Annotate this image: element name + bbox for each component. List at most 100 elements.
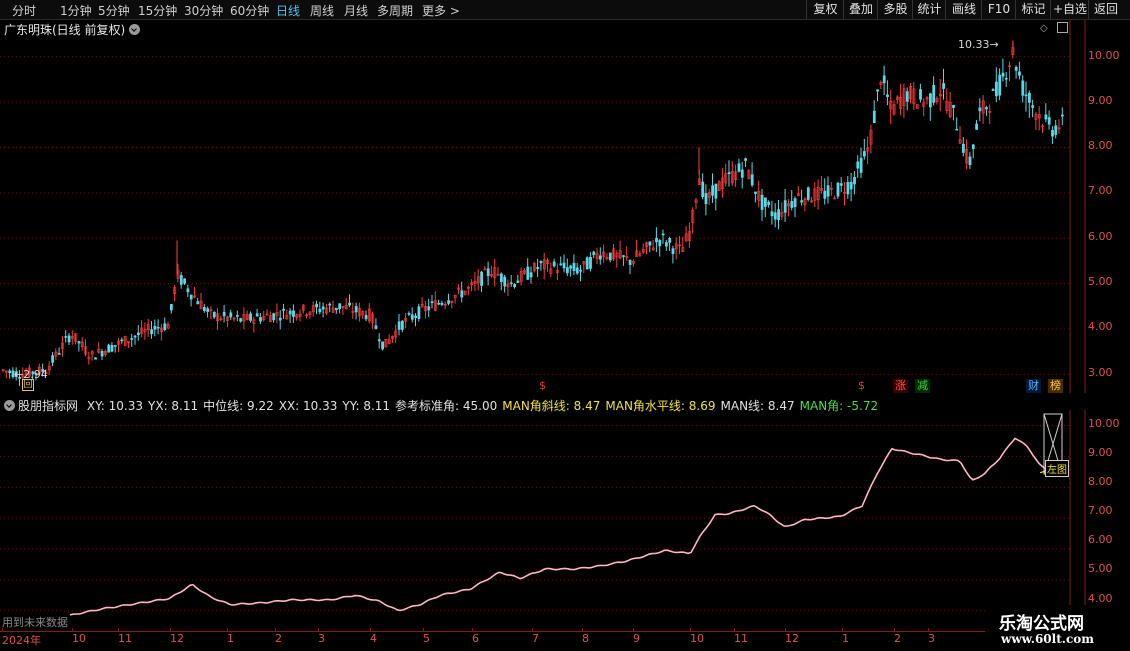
event-marker[interactable]: 涨 bbox=[893, 379, 908, 393]
candle-body bbox=[110, 345, 114, 352]
candle-body bbox=[826, 185, 830, 197]
candle-body bbox=[579, 269, 583, 272]
candle-body bbox=[754, 191, 757, 194]
candle-body bbox=[430, 301, 434, 304]
watermark: 乐淘公式网 www.60lt.com bbox=[985, 605, 1130, 650]
candle-body bbox=[750, 174, 754, 186]
event-marker[interactable]: 财 bbox=[1026, 379, 1041, 393]
candle-body bbox=[985, 107, 988, 110]
candle-body bbox=[407, 313, 411, 315]
candle-body bbox=[526, 266, 530, 280]
candle-body bbox=[975, 123, 979, 130]
period-tab-multi[interactable]: 多周期 bbox=[377, 2, 413, 19]
overlay-button[interactable]: 叠加 bbox=[843, 0, 878, 19]
candle-body bbox=[410, 314, 414, 320]
candle-body bbox=[853, 176, 856, 185]
candle-body bbox=[67, 335, 71, 343]
candle-body bbox=[955, 128, 959, 131]
candle-body bbox=[318, 308, 322, 313]
candle-body bbox=[968, 156, 972, 166]
period-tab-30min[interactable]: 30分钟 bbox=[184, 2, 223, 19]
candlestick-chart[interactable] bbox=[0, 20, 1130, 393]
candle-body bbox=[163, 323, 167, 330]
statistics-button[interactable]: 统计 bbox=[912, 0, 946, 19]
period-tab-daily[interactable]: 日线 bbox=[276, 2, 300, 19]
y-tick: 7.00 bbox=[1088, 504, 1113, 517]
candle-body bbox=[559, 263, 563, 266]
candle-body bbox=[565, 267, 569, 274]
candle-body bbox=[575, 267, 579, 274]
mark-button[interactable]: 标记 bbox=[1015, 0, 1051, 19]
period-tab-weekly[interactable]: 周线 bbox=[310, 2, 334, 19]
candle-body bbox=[57, 353, 61, 355]
candle-body bbox=[770, 211, 774, 217]
event-marker[interactable]: 减 bbox=[915, 379, 930, 393]
candle-body bbox=[664, 242, 668, 247]
y-tick: 5.00 bbox=[1088, 275, 1113, 288]
multi-stock-button[interactable]: 多股 bbox=[877, 0, 913, 19]
candle-body bbox=[701, 181, 705, 197]
candle-body bbox=[1018, 71, 1021, 76]
x-tick: 12 bbox=[785, 632, 799, 645]
period-tab-5min[interactable]: 5分钟 bbox=[98, 2, 130, 19]
period-tab-15min[interactable]: 15分钟 bbox=[138, 2, 177, 19]
restore-rights-button[interactable]: 复权 bbox=[806, 0, 844, 19]
event-marker[interactable]: $ bbox=[854, 379, 869, 393]
candle-body bbox=[727, 172, 731, 175]
candle-body bbox=[882, 75, 886, 84]
y-tick: 7.00 bbox=[1088, 184, 1113, 197]
candle-body bbox=[777, 209, 781, 221]
candle-body bbox=[886, 94, 889, 97]
x-tick: 7 bbox=[532, 632, 539, 645]
back-button[interactable]: 返回 bbox=[1088, 0, 1123, 19]
candle-body bbox=[839, 183, 843, 186]
x-tick-mark bbox=[690, 628, 691, 632]
candle-body bbox=[872, 110, 876, 124]
y-tick: 8.00 bbox=[1088, 475, 1113, 488]
candle-body bbox=[440, 302, 444, 305]
add-watchlist-button[interactable]: +自选 bbox=[1050, 0, 1089, 19]
period-tab-60min[interactable]: 60分钟 bbox=[230, 2, 269, 19]
candle-body bbox=[760, 194, 764, 210]
y-tick: 5.00 bbox=[1088, 562, 1113, 575]
x-tick: 8 bbox=[582, 632, 589, 645]
x-tick-mark bbox=[318, 628, 319, 632]
period-tab-more[interactable]: 更多 > bbox=[422, 2, 460, 19]
event-marker[interactable]: 榜 bbox=[1048, 379, 1063, 393]
candle-body bbox=[130, 338, 134, 340]
candle-body bbox=[767, 201, 771, 205]
candle-body bbox=[460, 290, 464, 298]
x-tick-mark bbox=[227, 628, 228, 632]
candle-body bbox=[414, 315, 418, 319]
candle-body bbox=[255, 313, 259, 317]
candle-body bbox=[536, 267, 540, 270]
x-tick: 9 bbox=[633, 632, 640, 645]
y-tick: 3.00 bbox=[1088, 366, 1113, 379]
candle-body bbox=[137, 332, 140, 336]
candle-body bbox=[486, 268, 490, 277]
candle-body bbox=[1021, 80, 1025, 96]
x-tick-mark bbox=[842, 628, 843, 632]
f10-button[interactable]: F10 bbox=[981, 0, 1016, 19]
left-chart-tag[interactable]: 左图 bbox=[1045, 460, 1069, 477]
candle-body bbox=[51, 355, 55, 363]
event-marker[interactable]: 回 bbox=[22, 379, 34, 391]
indicator-chart[interactable] bbox=[0, 410, 1130, 632]
candle-body bbox=[334, 307, 338, 310]
period-tab-1min[interactable]: 1分钟 bbox=[60, 2, 92, 19]
candle-body bbox=[793, 198, 797, 207]
x-tick: 6 bbox=[472, 632, 479, 645]
candle-body bbox=[961, 143, 965, 153]
candle-body bbox=[417, 306, 421, 319]
draw-line-button[interactable]: 画线 bbox=[945, 0, 982, 19]
candle-body bbox=[321, 306, 325, 310]
candle-body bbox=[64, 336, 68, 338]
candle-body bbox=[668, 238, 672, 243]
event-marker[interactable]: $ bbox=[535, 379, 550, 393]
man-line-series bbox=[69, 437, 1055, 616]
candle-body bbox=[1054, 125, 1058, 135]
candle-body bbox=[978, 107, 982, 112]
candle-body bbox=[648, 241, 652, 246]
period-tab-monthly[interactable]: 月线 bbox=[344, 2, 368, 19]
period-tab-minute[interactable]: 分时 bbox=[12, 2, 36, 19]
